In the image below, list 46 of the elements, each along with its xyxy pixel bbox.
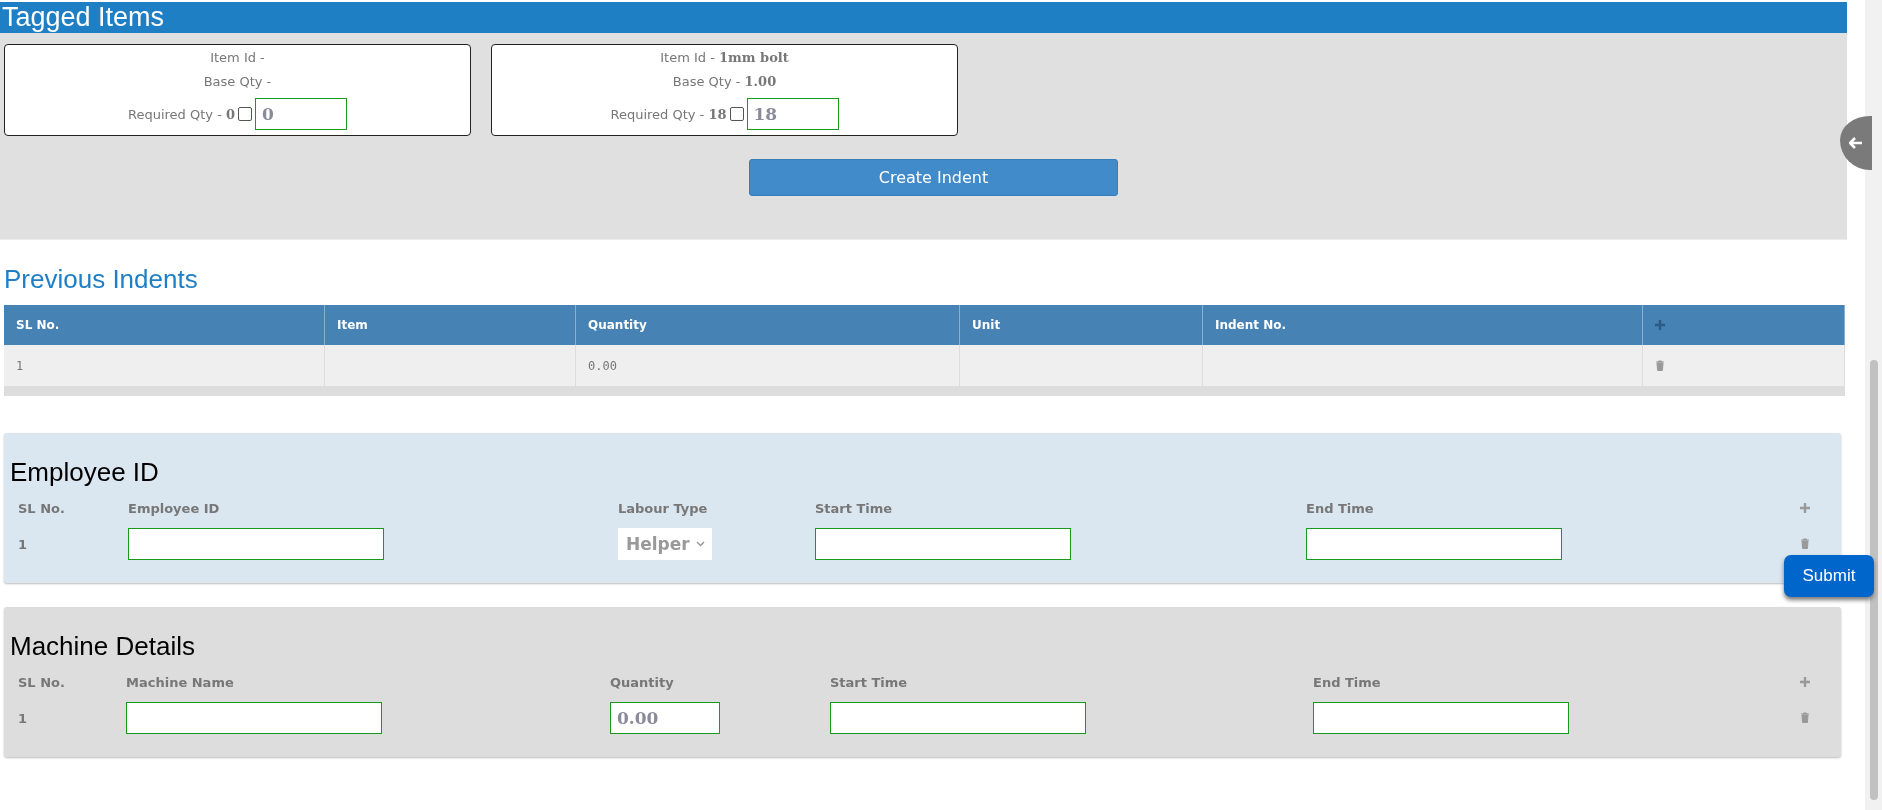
submit-button[interactable]: Submit xyxy=(1784,555,1874,597)
required-qty-text: Required Qty - 18 xyxy=(610,106,727,122)
column-header: Start Time xyxy=(830,674,909,690)
plus-icon[interactable] xyxy=(1800,502,1810,513)
item-id-text: Item Id - xyxy=(210,50,265,65)
qty-input[interactable]: 0 xyxy=(255,98,347,130)
column-header: Machine Name xyxy=(126,674,235,690)
column-header: End Time xyxy=(1306,500,1375,516)
panel-title: Employee ID xyxy=(9,457,160,489)
panel-title: Machine Details xyxy=(9,631,196,663)
trash-icon[interactable] xyxy=(1655,360,1665,371)
column-header: Quantity xyxy=(610,674,675,690)
end-time-input[interactable] xyxy=(1313,702,1569,734)
create-indent-button[interactable]: Create Indent xyxy=(749,159,1118,196)
start-time-input[interactable] xyxy=(830,702,1086,734)
arrow-left-icon xyxy=(1849,137,1863,149)
required-qty-text: Required Qty - 0 xyxy=(128,106,235,122)
column-header: Employee ID xyxy=(128,500,221,516)
table-cell: 0.00 xyxy=(576,345,960,386)
column-header: Start Time xyxy=(815,500,894,516)
section-heading: Previous Indents xyxy=(3,263,199,296)
table-cell: 1 xyxy=(4,345,325,386)
checkbox[interactable] xyxy=(729,107,744,121)
trash-icon[interactable] xyxy=(1800,537,1810,549)
column-header: SL No. xyxy=(18,674,66,690)
column-header: Labour Type xyxy=(618,500,709,516)
base-qty-text: Base Qty - 1.00 xyxy=(672,74,777,89)
qty-input[interactable]: 18 xyxy=(746,98,839,130)
machine-name-input[interactable] xyxy=(126,702,382,734)
base-qty-text: Base Qty - xyxy=(203,74,272,89)
section-title: Tagged Items xyxy=(0,2,1847,33)
row-number: 1 xyxy=(18,536,29,552)
end-time-input[interactable] xyxy=(1306,528,1562,560)
item-id-text: Item Id - 1mm bolt xyxy=(660,50,789,65)
column-header: End Time xyxy=(1313,674,1382,690)
row-number: 1 xyxy=(18,710,29,726)
column-header: SL No. xyxy=(18,500,66,516)
start-time-input[interactable] xyxy=(815,528,1071,560)
plus-icon[interactable] xyxy=(1800,676,1810,687)
labour-type-select[interactable]: Helper xyxy=(618,528,712,560)
quantity-input[interactable]: 0.00 xyxy=(610,702,720,734)
employee-id-input[interactable] xyxy=(128,528,384,560)
checkbox[interactable] xyxy=(238,107,252,121)
scrollbar-thumb[interactable] xyxy=(1870,360,1878,800)
chevron-down-icon xyxy=(695,541,705,547)
trash-icon[interactable] xyxy=(1800,711,1810,723)
